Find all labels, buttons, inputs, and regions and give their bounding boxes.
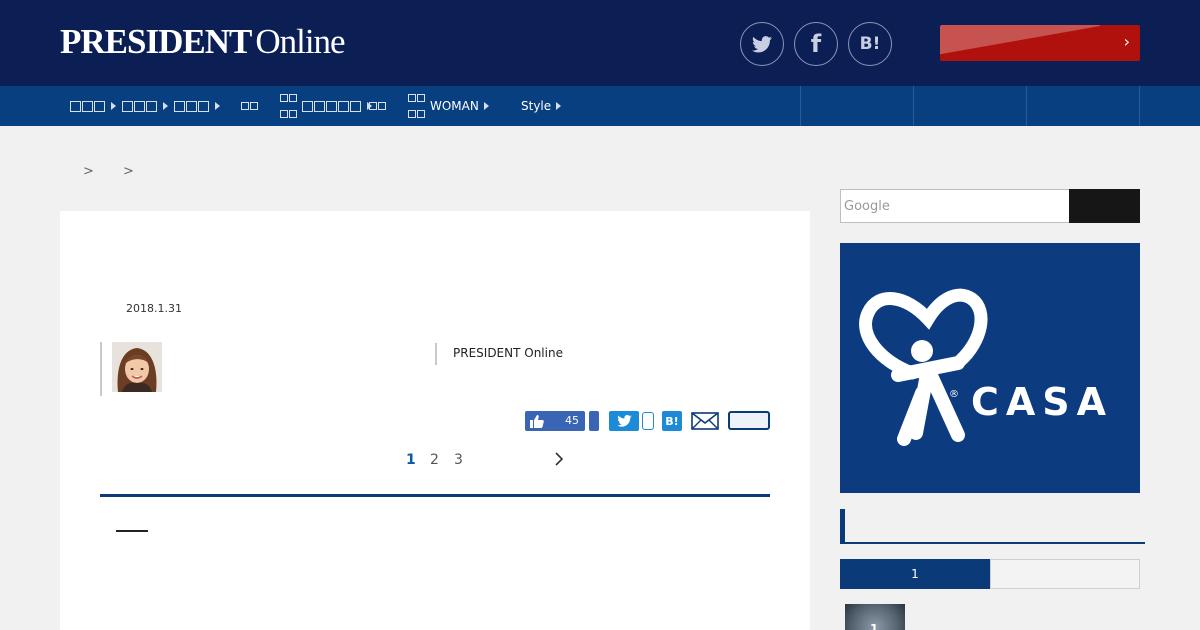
nav-item-3[interactable] [174, 86, 220, 126]
nav-item-style[interactable]: Style [521, 86, 562, 126]
nav-label-glyph [302, 100, 313, 112]
caret-right-icon [111, 102, 116, 110]
logo-bold-text: PRESIDENT [60, 22, 252, 61]
nav-item-woman[interactable]: WOMAN [408, 86, 489, 126]
nav-label-stack [369, 99, 387, 113]
nav-divider [800, 86, 801, 126]
nav-label-glyph [82, 100, 93, 112]
facebook-like-button[interactable]: 45 [525, 411, 585, 431]
facebook-icon: f [810, 30, 822, 58]
twitter-share-button[interactable] [609, 411, 639, 431]
mail-share-button[interactable] [691, 411, 719, 431]
logo-regular-text: Online [255, 22, 345, 61]
save-article-button[interactable] [728, 411, 770, 430]
like-share-button[interactable] [589, 411, 599, 431]
nav-label-glyph [338, 100, 349, 112]
mail-icon [691, 412, 719, 430]
article-date: 2018.1.31 [126, 302, 182, 315]
nav-label-glyph [70, 100, 81, 112]
cta-highlight [940, 25, 1100, 61]
nav-label-stack [408, 91, 426, 121]
pager-page-2[interactable]: 2 [430, 452, 439, 468]
twitter-icon [752, 35, 772, 52]
nav-item-6[interactable] [369, 86, 391, 126]
hatena-share-button[interactable]: B! [662, 411, 682, 431]
twitter-button[interactable] [740, 22, 784, 66]
nav-item-4[interactable] [241, 86, 263, 126]
caret-right-icon [556, 102, 562, 110]
pager-next-button[interactable] [554, 451, 564, 471]
hatena-icon: B! [665, 414, 679, 428]
pager-page-1[interactable]: 1 [406, 452, 416, 468]
caret-right-icon [215, 102, 220, 110]
author-divider [100, 342, 102, 396]
hatena-icon: B! [859, 34, 881, 54]
nav-label-glyph [198, 100, 209, 112]
nav-item-1[interactable] [70, 86, 116, 126]
site-header: PRESIDENT Online f B! › [0, 0, 1200, 86]
nav-label-stack [280, 91, 298, 121]
nav-divider [1139, 86, 1140, 126]
nav-divider [1026, 86, 1027, 126]
tweet-count-bubble [642, 412, 654, 430]
section-heading-rule [840, 542, 1145, 544]
chevron-right-icon [555, 452, 564, 466]
like-count: 45 [565, 414, 579, 427]
nav-label-glyph [314, 100, 325, 112]
ad-registered-mark: ® [949, 389, 959, 400]
source-divider [435, 343, 437, 365]
nav-style-label: Style [521, 99, 552, 113]
nav-woman-label: WOMAN [430, 99, 479, 113]
nav-label-glyph [122, 100, 133, 112]
nav-item-2[interactable] [122, 86, 168, 126]
search-input[interactable] [840, 189, 1070, 223]
nav-label-glyph [174, 100, 185, 112]
casa-logo-icon [859, 288, 988, 446]
ranking-tab-inactive[interactable] [990, 559, 1140, 589]
thumbs-up-icon [530, 414, 544, 428]
header-cta-button[interactable]: › [940, 25, 1140, 61]
nav-label-glyph [146, 100, 157, 112]
pager-page-3[interactable]: 3 [454, 452, 463, 468]
caret-right-icon [483, 102, 489, 110]
nav-label-stack [241, 99, 259, 113]
nav-label-glyph [326, 100, 337, 112]
breadcrumb-separator: > [83, 164, 94, 179]
nav-item-5[interactable] [280, 86, 372, 126]
hatena-bookmark-button[interactable]: B! [848, 22, 892, 66]
twitter-icon [616, 415, 632, 427]
ad-brand-text: CASA [971, 380, 1114, 424]
ranking-number: 1 [870, 622, 879, 630]
ranking-tab-active[interactable]: 1 [840, 559, 990, 589]
nav-label-glyph [134, 100, 145, 112]
author-photo [112, 342, 162, 392]
search-button[interactable] [1069, 189, 1140, 223]
article-divider [100, 494, 770, 497]
nav-label-glyph [186, 100, 197, 112]
caret-right-icon [163, 102, 168, 110]
site-logo[interactable]: PRESIDENT Online [60, 22, 346, 62]
section-heading-bar [840, 509, 845, 543]
facebook-button[interactable]: f [794, 22, 838, 66]
heading-dash [116, 530, 148, 532]
author-avatar[interactable] [112, 342, 162, 392]
nav-divider [913, 86, 914, 126]
article-source: PRESIDENT Online [453, 346, 563, 360]
nav-label-glyph [350, 100, 361, 112]
chevron-right-icon: › [1123, 32, 1130, 51]
nav-label-glyph [94, 100, 105, 112]
ranking-tab-label: 1 [911, 567, 919, 581]
breadcrumb-separator: > [123, 164, 134, 179]
main-nav: WOMAN Style [0, 86, 1200, 126]
sidebar-ad-banner[interactable]: ® CASA [840, 243, 1140, 493]
